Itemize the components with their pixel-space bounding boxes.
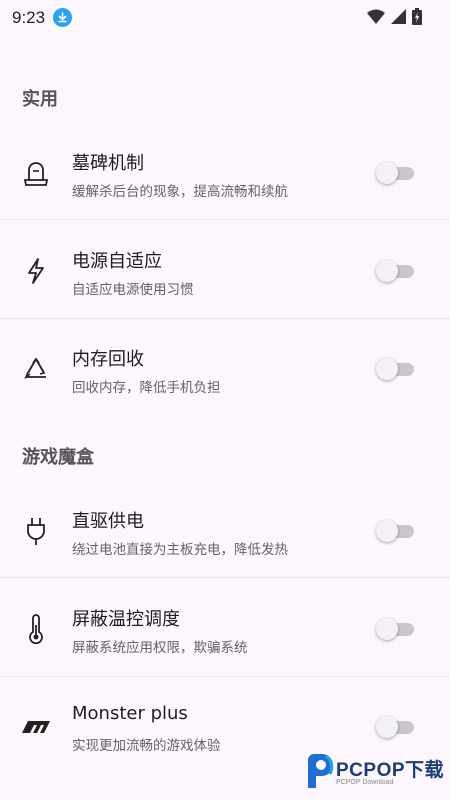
setting-title: 内存回收 xyxy=(72,349,144,370)
status-bar: 9:23 xyxy=(0,0,450,36)
setting-title: 直驱供电 xyxy=(72,511,144,532)
setting-subtitle: 屏蔽系统应用权限，欺骗系统 xyxy=(72,640,248,656)
watermark-subtext: PCPOP Download xyxy=(336,779,394,786)
setting-subtitle: 缓解杀后台的现象，提高流畅和续航 xyxy=(72,184,288,200)
section-header-game-box: 游戏魔盒 xyxy=(22,447,94,468)
monster-plus-toggle[interactable] xyxy=(376,716,414,738)
setting-subtitle: 绕过电池直接为主板充电，降低发热 xyxy=(72,542,288,558)
tombstone-icon xyxy=(20,157,52,189)
setting-subtitle: 回收内存，降低手机负担 xyxy=(72,380,221,396)
download-icon xyxy=(53,8,72,27)
setting-row-thermal-block[interactable]: 屏蔽温控调度 屏蔽系统应用权限，欺骗系统 xyxy=(0,578,450,676)
setting-subtitle: 自适应电源使用习惯 xyxy=(72,282,194,298)
status-time: 9:23 xyxy=(12,8,46,27)
tombstone-toggle[interactable] xyxy=(376,162,414,184)
memory-recycle-toggle[interactable] xyxy=(376,358,414,380)
section-header-utility: 实用 xyxy=(22,89,58,110)
battery-icon xyxy=(412,8,422,29)
plug-icon xyxy=(20,515,52,547)
signal-icon xyxy=(391,9,406,28)
setting-title: 墓碑机制 xyxy=(72,153,144,174)
setting-subtitle: 实现更加流畅的游戏体验 xyxy=(72,738,221,754)
direct-power-toggle[interactable] xyxy=(376,520,414,542)
setting-title: 电源自适应 xyxy=(72,251,162,272)
setting-row-memory-recycle[interactable]: 内存回收 回收内存，降低手机负担 xyxy=(0,318,450,416)
thermometer-icon xyxy=(20,613,52,645)
recycle-icon xyxy=(20,353,52,385)
wifi-icon xyxy=(367,9,385,28)
setting-row-tombstone[interactable]: 墓碑机制 缓解杀后台的现象，提高流畅和续航 xyxy=(0,122,450,220)
monster-logo-icon xyxy=(20,711,52,743)
setting-row-power-adaptive[interactable]: 电源自适应 自适应电源使用习惯 xyxy=(0,220,450,318)
lightning-icon xyxy=(20,255,52,287)
power-adaptive-toggle[interactable] xyxy=(376,260,414,282)
watermark-logo: PCPOP下载 PCPOP Download xyxy=(300,748,450,798)
thermal-block-toggle[interactable] xyxy=(376,618,414,640)
watermark-text: PCPOP下载 xyxy=(336,760,445,781)
setting-title: 屏蔽温控调度 xyxy=(72,609,180,630)
setting-title: Monster plus xyxy=(72,703,188,724)
setting-row-direct-power[interactable]: 直驱供电 绕过电池直接为主板充电，降低发热 xyxy=(0,480,450,578)
